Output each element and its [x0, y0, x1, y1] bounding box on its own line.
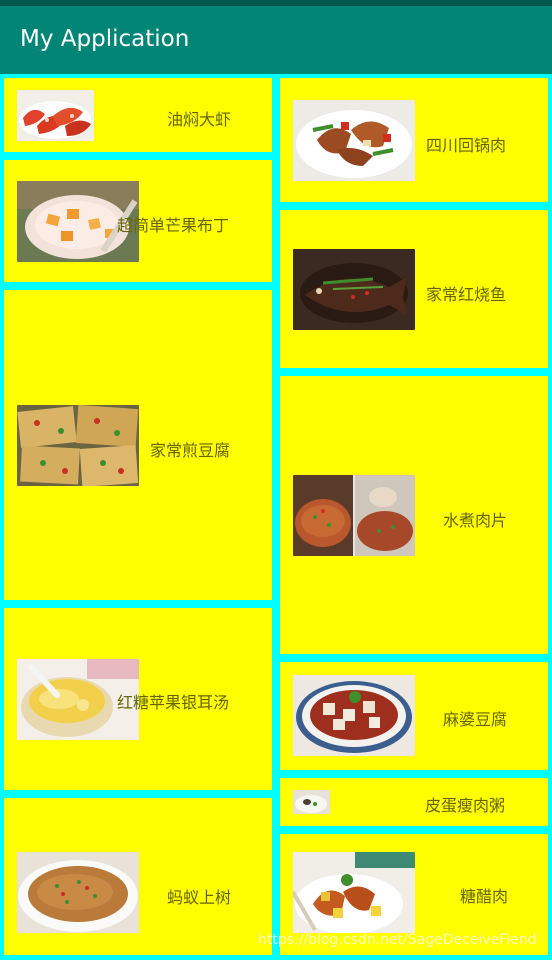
bottom-edge	[0, 955, 552, 960]
braised-fish-photo-icon	[293, 249, 415, 330]
dish-name: 家常煎豆腐	[150, 441, 231, 460]
dish-card-twice-cooked-pork[interactable]: 四川回锅肉	[280, 78, 548, 202]
dish-name: 水煮肉片	[443, 511, 508, 530]
dish-card-century-egg-congee[interactable]: 皮蛋瘦肉粥	[280, 778, 548, 826]
boiled-pork-slices-photo-icon	[293, 475, 415, 556]
app-bar: My Application	[0, 6, 552, 74]
staggered-grid[interactable]: 油焖大虾 超简单芒果布丁 家常煎豆腐 红糖苹果银耳汤 蚂蚁上树 四川回锅肉 家常…	[0, 74, 552, 960]
dish-card-apple-tremella-soup[interactable]: 红糖苹果银耳汤	[4, 608, 272, 790]
dish-card-ants-climbing-tree[interactable]: 蚂蚁上树	[4, 798, 272, 955]
dish-name: 油焖大虾	[167, 110, 232, 129]
dish-name: 超简单芒果布丁	[117, 216, 230, 235]
dish-card-boiled-pork-slices[interactable]: 水煮肉片	[280, 376, 548, 654]
watermark: https://blog.csdn.net/SageDeceiveFiend	[258, 932, 537, 948]
mapo-tofu-photo-icon	[293, 675, 415, 756]
braised-shrimp-photo-icon	[17, 90, 94, 141]
dish-name: 糖醋肉	[460, 887, 509, 906]
dish-card-pan-fried-tofu[interactable]: 家常煎豆腐	[4, 290, 272, 600]
dish-card-mango-pudding[interactable]: 超简单芒果布丁	[4, 160, 272, 282]
dish-name: 麻婆豆腐	[443, 710, 508, 729]
dish-name: 家常红烧鱼	[426, 285, 507, 304]
sweet-sour-pork-photo-icon	[293, 852, 415, 933]
century-egg-congee-photo-icon	[293, 790, 330, 814]
pan-fried-tofu-photo-icon	[17, 405, 139, 486]
dish-card-mapo-tofu[interactable]: 麻婆豆腐	[280, 662, 548, 770]
ants-climbing-tree-photo-icon	[17, 852, 139, 933]
dish-card-braised-fish[interactable]: 家常红烧鱼	[280, 210, 548, 368]
app-title: My Application	[20, 26, 190, 52]
dish-name: 蚂蚁上树	[167, 888, 232, 907]
dish-name: 红糖苹果银耳汤	[117, 693, 230, 712]
dish-card-braised-shrimp[interactable]: 油焖大虾	[4, 78, 272, 152]
dish-name: 皮蛋瘦肉粥	[425, 796, 506, 815]
dish-name: 四川回锅肉	[426, 136, 507, 155]
twice-cooked-pork-photo-icon	[293, 100, 415, 181]
